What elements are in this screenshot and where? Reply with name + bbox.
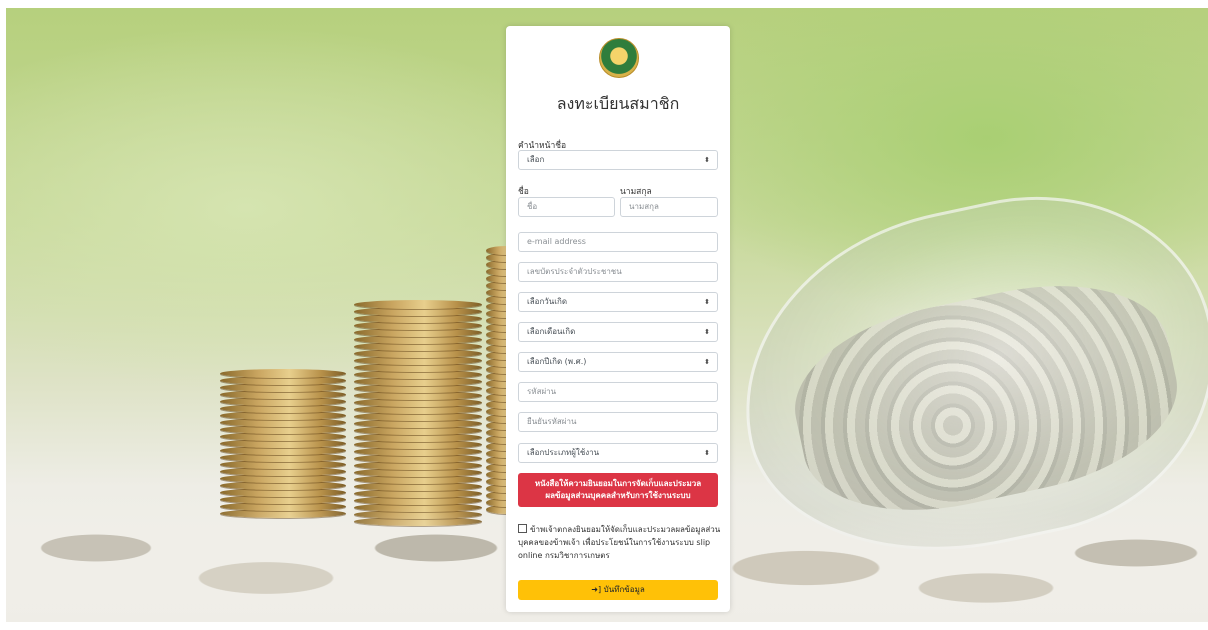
save-button[interactable]: ➜] บันทึกข้อมูล	[518, 580, 718, 600]
password-input[interactable]: รหัสผ่าน	[518, 382, 718, 402]
birth-month-select[interactable]: เลือกเดือนเกิด ⬍	[518, 322, 718, 342]
birth-year-select[interactable]: เลือกปีเกิด (พ.ศ.) ⬍	[518, 352, 718, 372]
coin-stack-middle	[354, 296, 482, 526]
select-caret-icon: ⬍	[704, 358, 710, 366]
firstname-input[interactable]: ชื่อ	[518, 197, 615, 217]
consent-checkbox[interactable]	[518, 524, 527, 533]
consent-checkbox-row: ข้าพเจ้าตกลงยินยอมให้จัดเก็บและประมวลผลข…	[518, 523, 722, 562]
title-select[interactable]: เลือก ⬍	[518, 150, 718, 170]
user-type-select[interactable]: เลือกประเภทผู้ใช้งาน ⬍	[518, 443, 718, 463]
consent-text: ข้าพเจ้าตกลงยินยอมให้จัดเก็บและประมวลผลข…	[518, 525, 721, 560]
lastname-input[interactable]: นามสกุล	[620, 197, 718, 217]
confirm-password-input[interactable]: ยืนยันรหัสผ่าน	[518, 412, 718, 432]
coin	[220, 369, 346, 378]
page-title: ลงทะเบียนสมาชิก	[556, 94, 680, 113]
birth-year-select-value: เลือกปีเกิด (พ.ศ.)	[527, 357, 587, 366]
user-type-select-value: เลือกประเภทผู้ใช้งาน	[527, 448, 600, 457]
department-logo-icon	[599, 38, 639, 78]
firstname-label: ชื่อ	[518, 187, 529, 197]
idcard-input[interactable]: เลขบัตรประจำตัวประชาชน	[518, 262, 718, 282]
coin-stack-left	[220, 368, 346, 518]
save-button-label: บันทึกข้อมูล	[603, 585, 645, 594]
select-caret-icon: ⬍	[704, 449, 710, 457]
select-caret-icon: ⬍	[704, 328, 710, 336]
consent-button-line1: หนังสือให้ความยินยอมในการจัดเก็บและประมว…	[534, 479, 702, 488]
email-input[interactable]: e-mail address	[518, 232, 718, 252]
sign-in-icon: ➜]	[591, 585, 602, 594]
birth-day-select[interactable]: เลือกวันเกิด ⬍	[518, 292, 718, 312]
coin	[354, 300, 482, 309]
select-caret-icon: ⬍	[704, 298, 710, 306]
registration-card: ลงทะเบียนสมาชิก คำนำหน้าชื่อ เลือก ⬍ ชื่…	[506, 26, 730, 612]
consent-document-button[interactable]: หนังสือให้ความยินยอมในการจัดเก็บและประมว…	[518, 473, 718, 507]
lastname-label: นามสกุล	[620, 187, 652, 197]
consent-button-line2: ผลข้อมูลส่วนบุคคลสำหรับการใช้งานระบบ	[545, 491, 691, 500]
title-select-value: เลือก	[527, 155, 545, 164]
select-caret-icon: ⬍	[704, 156, 710, 164]
birth-month-select-value: เลือกเดือนเกิด	[527, 327, 576, 336]
birth-day-select-value: เลือกวันเกิด	[527, 297, 568, 306]
